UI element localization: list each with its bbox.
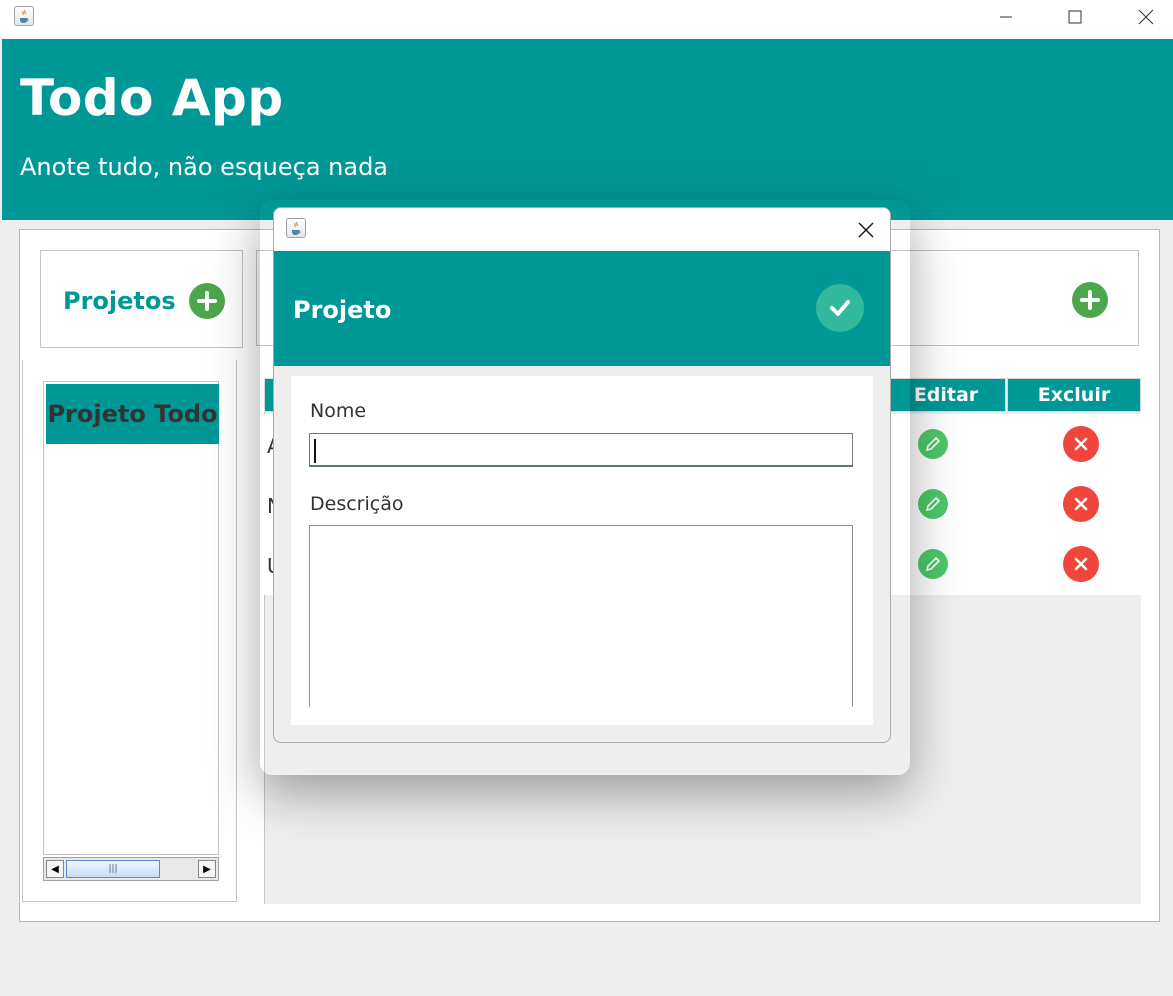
scrollbar-thumb[interactable]: ||| xyxy=(66,860,160,878)
delete-task-button[interactable] xyxy=(1063,486,1099,522)
dialog-titlebar xyxy=(274,208,890,251)
java-cup-icon[interactable] xyxy=(286,218,306,238)
dialog-header: Projeto xyxy=(274,251,890,366)
edit-task-button[interactable] xyxy=(918,429,948,459)
scroll-left-arrow-icon[interactable]: ◀ xyxy=(46,860,64,878)
dialog-title: Projeto xyxy=(293,296,392,324)
x-icon xyxy=(1074,497,1088,511)
dialog-form: Nome Descrição xyxy=(291,376,873,725)
projects-header: Projetos xyxy=(40,250,243,348)
pencil-icon xyxy=(925,436,941,452)
edit-task-button[interactable] xyxy=(918,489,948,519)
project-list-item[interactable]: Projeto Todo xyxy=(46,384,219,444)
dialog-close-button[interactable] xyxy=(852,218,880,242)
add-task-button[interactable] xyxy=(1072,282,1108,318)
name-label: Nome xyxy=(310,400,367,422)
text-caret xyxy=(314,439,316,463)
java-cup-icon[interactable] xyxy=(14,6,34,26)
minimize-button[interactable] xyxy=(991,6,1021,28)
maximize-icon xyxy=(1068,10,1082,24)
delete-task-button[interactable] xyxy=(1063,546,1099,582)
close-icon xyxy=(858,222,874,238)
edit-task-button[interactable] xyxy=(918,549,948,579)
close-icon xyxy=(1138,9,1154,25)
x-icon xyxy=(1074,557,1088,571)
projects-label: Projetos xyxy=(63,287,176,315)
app-title: Todo App xyxy=(20,69,284,127)
app-subtitle: Anote tudo, não esqueça nada xyxy=(20,153,389,181)
project-dialog: Projeto Nome Descrição xyxy=(273,207,891,743)
column-header-excluir[interactable]: Excluir xyxy=(1007,378,1141,412)
maximize-button[interactable] xyxy=(1060,6,1090,28)
pencil-icon xyxy=(925,496,941,512)
add-project-button[interactable] xyxy=(189,283,225,319)
delete-task-button[interactable] xyxy=(1063,426,1099,462)
x-icon xyxy=(1074,437,1088,451)
projects-list-scrollbar[interactable]: ◀ ||| ▶ xyxy=(43,857,219,881)
name-field[interactable] xyxy=(309,433,853,467)
plus-icon xyxy=(1080,290,1100,310)
description-field[interactable] xyxy=(309,525,853,707)
app-header: Todo App Anote tudo, não esqueça nada xyxy=(2,39,1173,220)
confirm-button[interactable] xyxy=(816,284,864,332)
close-button[interactable] xyxy=(1131,6,1161,28)
pencil-icon xyxy=(925,556,941,572)
scroll-right-arrow-icon[interactable]: ▶ xyxy=(198,860,216,878)
projects-list xyxy=(43,381,219,855)
minimize-icon xyxy=(1000,16,1012,18)
description-label: Descrição xyxy=(310,493,404,515)
check-icon xyxy=(830,300,850,316)
plus-icon xyxy=(197,291,217,311)
window-titlebar xyxy=(0,0,1173,39)
